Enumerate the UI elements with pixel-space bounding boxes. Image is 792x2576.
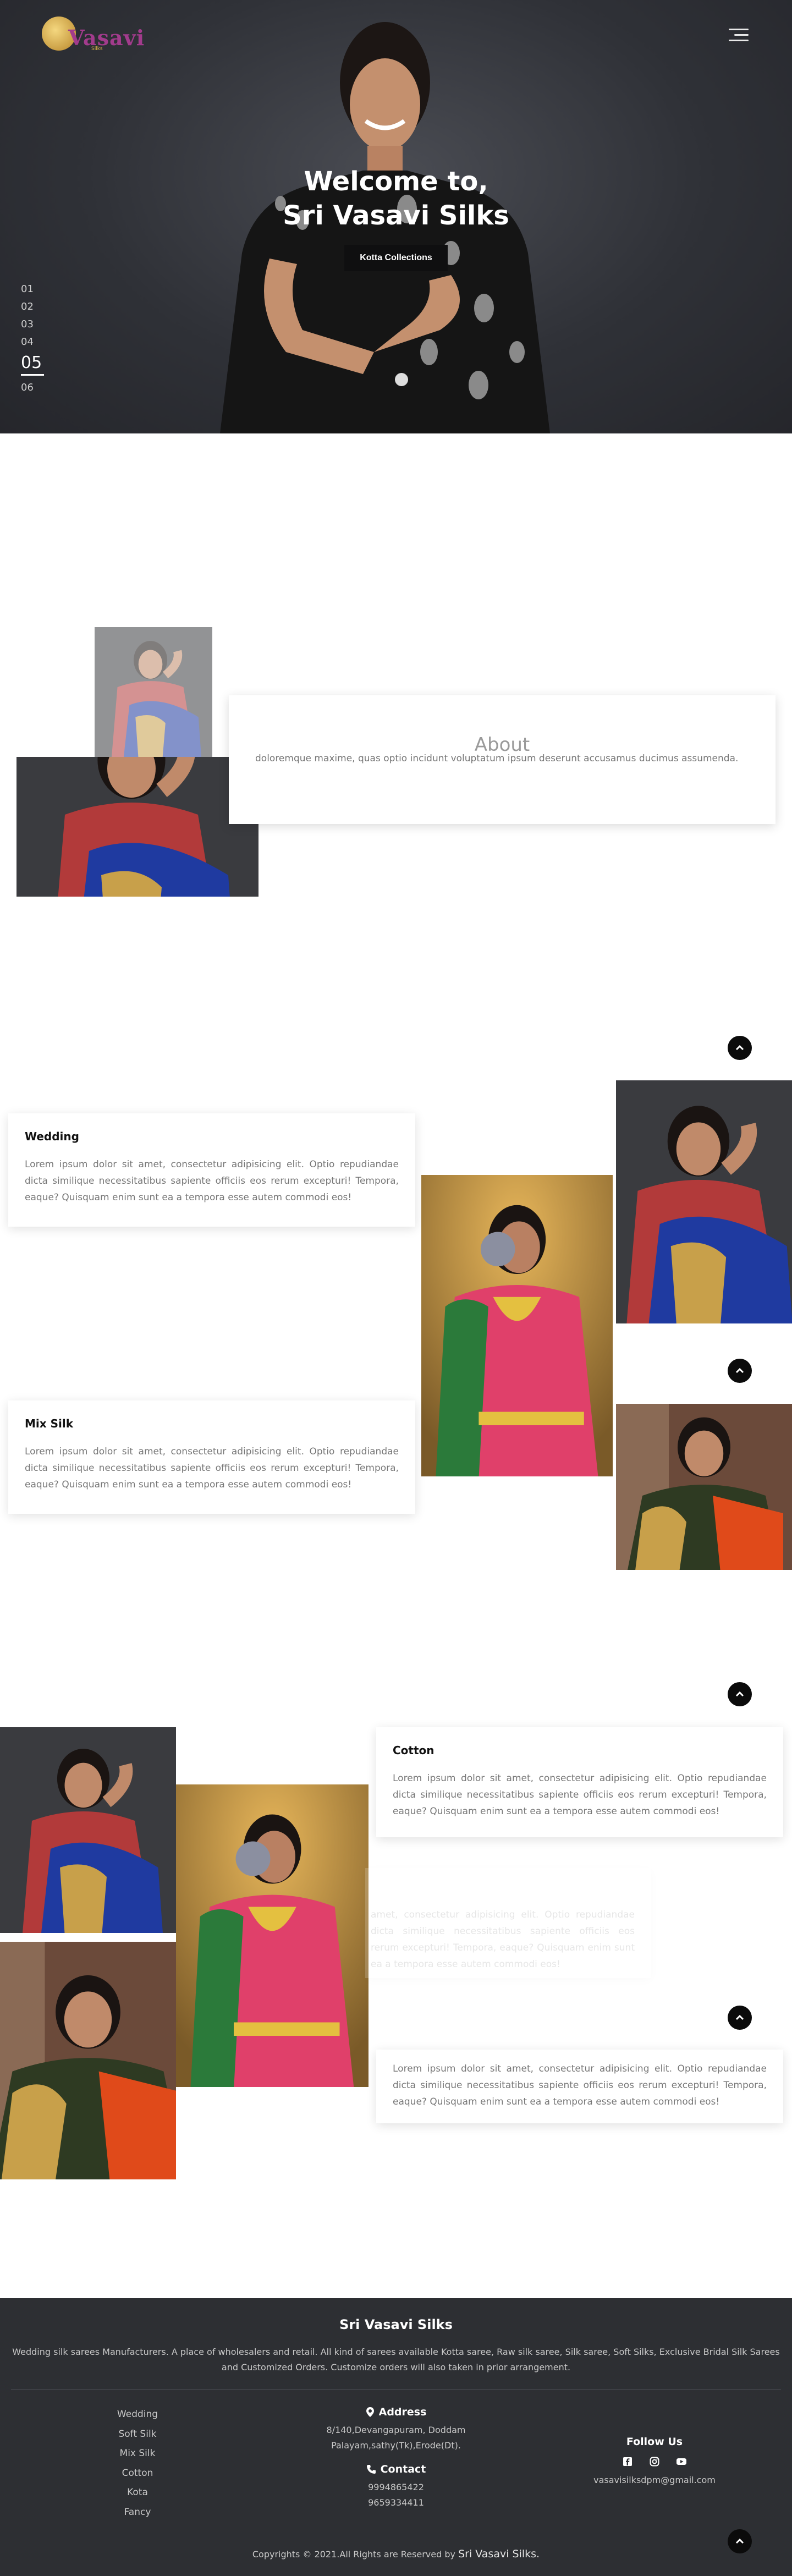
copyright-brand: Sri Vasavi Silks. xyxy=(458,2548,540,2560)
category-image-pink xyxy=(421,1175,613,1476)
footer-link-mix-silk[interactable]: Mix Silk xyxy=(99,2444,176,2464)
slide-indicator-5-active[interactable]: 05 xyxy=(21,351,54,375)
youtube-icon[interactable] xyxy=(676,2456,687,2467)
phone-number-2[interactable]: 9659334411 xyxy=(308,2495,484,2511)
about-card: doloremque maxime, quas optio incidunt v… xyxy=(229,695,776,824)
scroll-up-button[interactable] xyxy=(728,2006,752,2030)
footer-link-cotton[interactable]: Cotton xyxy=(99,2464,176,2484)
category-card-bottom[interactable]: Lorem ipsum dolor sit amet, consectetur … xyxy=(376,2050,783,2123)
facebook-icon[interactable] xyxy=(622,2456,633,2467)
slide-indicator-6[interactable]: 06 xyxy=(21,379,54,397)
category-text: Lorem ipsum dolor sit amet, consectetur … xyxy=(393,2063,767,2107)
address-heading-text: Address xyxy=(378,2406,427,2418)
category-title: Mix Silk xyxy=(25,1417,74,1430)
hero-title-line1: Welcome to, xyxy=(304,166,488,197)
category-card-mixsilk[interactable]: Mix Silk Lorem ipsum dolor sit amet, con… xyxy=(8,1400,415,1514)
category-image-blue xyxy=(0,1727,176,1933)
slide-indicator-1[interactable]: 01 xyxy=(21,281,54,298)
copyright-text: Copyrights © 2021.All Rights are Reserve… xyxy=(0,2548,792,2560)
site-footer: Sri Vasavi Silks Wedding silk sarees Man… xyxy=(0,2298,792,2576)
slide-indicator-2[interactable]: 02 xyxy=(21,298,54,316)
scroll-up-button[interactable] xyxy=(728,1359,752,1383)
map-marker-icon xyxy=(366,2407,374,2417)
footer-link-soft-silk[interactable]: Soft Silk xyxy=(99,2425,176,2445)
category-image-green xyxy=(0,1942,176,2179)
follow-heading: Follow Us xyxy=(626,2436,683,2448)
chevron-up-icon xyxy=(735,2538,744,2544)
scroll-up-button[interactable] xyxy=(728,2529,752,2553)
social-icons xyxy=(578,2456,732,2467)
category-card-wedding[interactable]: Wedding Lorem ipsum dolor sit amet, cons… xyxy=(8,1113,415,1227)
phone-number-1[interactable]: 9994865422 xyxy=(308,2480,484,2495)
contact-heading: Contact xyxy=(308,2463,484,2475)
footer-email[interactable]: vasavisilksdpm@gmail.com xyxy=(578,2473,732,2488)
footer-description: Wedding silk sarees Manufacturers. A pla… xyxy=(12,2347,780,2372)
brand-logo[interactable]: Vasavi Silks xyxy=(42,15,144,54)
footer-links: Wedding Soft Silk Mix Silk Cotton Kota F… xyxy=(99,2405,176,2522)
logo-text: Vasavi xyxy=(68,25,145,50)
footer-divider xyxy=(11,2389,781,2390)
instagram-icon[interactable] xyxy=(649,2456,660,2467)
contact-heading-text: Contact xyxy=(380,2463,426,2475)
slide-indicator-3[interactable]: 03 xyxy=(21,316,54,333)
category-image-wedding xyxy=(616,1080,792,1323)
category-text: amet, consectetur adipisicing elit. Opti… xyxy=(371,1909,635,1970)
footer-title: Sri Vasavi Silks xyxy=(339,2317,453,2332)
copyright-prefix: Copyrights © 2021.All Rights are Reserve… xyxy=(252,2549,459,2559)
chevron-up-icon xyxy=(735,2014,744,2020)
kotta-collections-button[interactable]: Kotta Collections xyxy=(344,245,448,271)
category-card-faded: amet, consectetur adipisicing elit. Opti… xyxy=(365,1868,651,1978)
chevron-up-icon xyxy=(735,1691,744,1697)
footer-link-kota[interactable]: Kota xyxy=(99,2483,176,2503)
category-text: Lorem ipsum dolor sit amet, consectetur … xyxy=(393,1773,767,1817)
address-line-2: Palayam,sathy(Tk),Erode(Dt). xyxy=(331,2440,461,2451)
category-title: Wedding xyxy=(25,1130,79,1143)
chevron-up-icon xyxy=(735,1367,744,1374)
category-image-pink-2 xyxy=(176,1784,369,2087)
address-heading: Address xyxy=(308,2406,484,2418)
category-text: Lorem ipsum dolor sit amet, consectetur … xyxy=(25,1159,399,1203)
category-title: Cotton xyxy=(393,1744,435,1757)
about-image-large xyxy=(16,757,258,897)
phone-icon xyxy=(366,2465,376,2474)
about-image-small xyxy=(95,627,212,759)
hero-title-line2: Sri Vasavi Silks xyxy=(283,200,509,231)
slide-indicator-4[interactable]: 04 xyxy=(21,333,54,351)
footer-link-fancy[interactable]: Fancy xyxy=(99,2503,176,2523)
scroll-up-button[interactable] xyxy=(728,1036,752,1060)
category-image-mixsilk xyxy=(616,1404,792,1570)
category-text: Lorem ipsum dolor sit amet, consectetur … xyxy=(25,1446,399,1490)
logo-subtext: Silks xyxy=(91,46,103,52)
hero-section: Vasavi Silks Welcome to, Sri Vasavi Silk… xyxy=(0,0,792,433)
category-card-cotton[interactable]: Cotton Lorem ipsum dolor sit amet, conse… xyxy=(376,1727,783,1837)
slide-pagination: 01 02 03 04 05 06 xyxy=(21,281,54,397)
scroll-up-button[interactable] xyxy=(728,1682,752,1706)
footer-link-wedding[interactable]: Wedding xyxy=(99,2405,176,2425)
footer-address-block: Address 8/140,Devangapuram, Doddam Palay… xyxy=(308,2406,484,2511)
address-line-1: 8/140,Devangapuram, Doddam xyxy=(326,2425,466,2435)
chevron-up-icon xyxy=(735,1045,744,1051)
footer-follow-block: Follow Us vasavisilksdpm@gmail.com xyxy=(578,2436,732,2488)
hamburger-menu-icon[interactable] xyxy=(729,28,749,43)
about-title: About xyxy=(474,734,530,756)
